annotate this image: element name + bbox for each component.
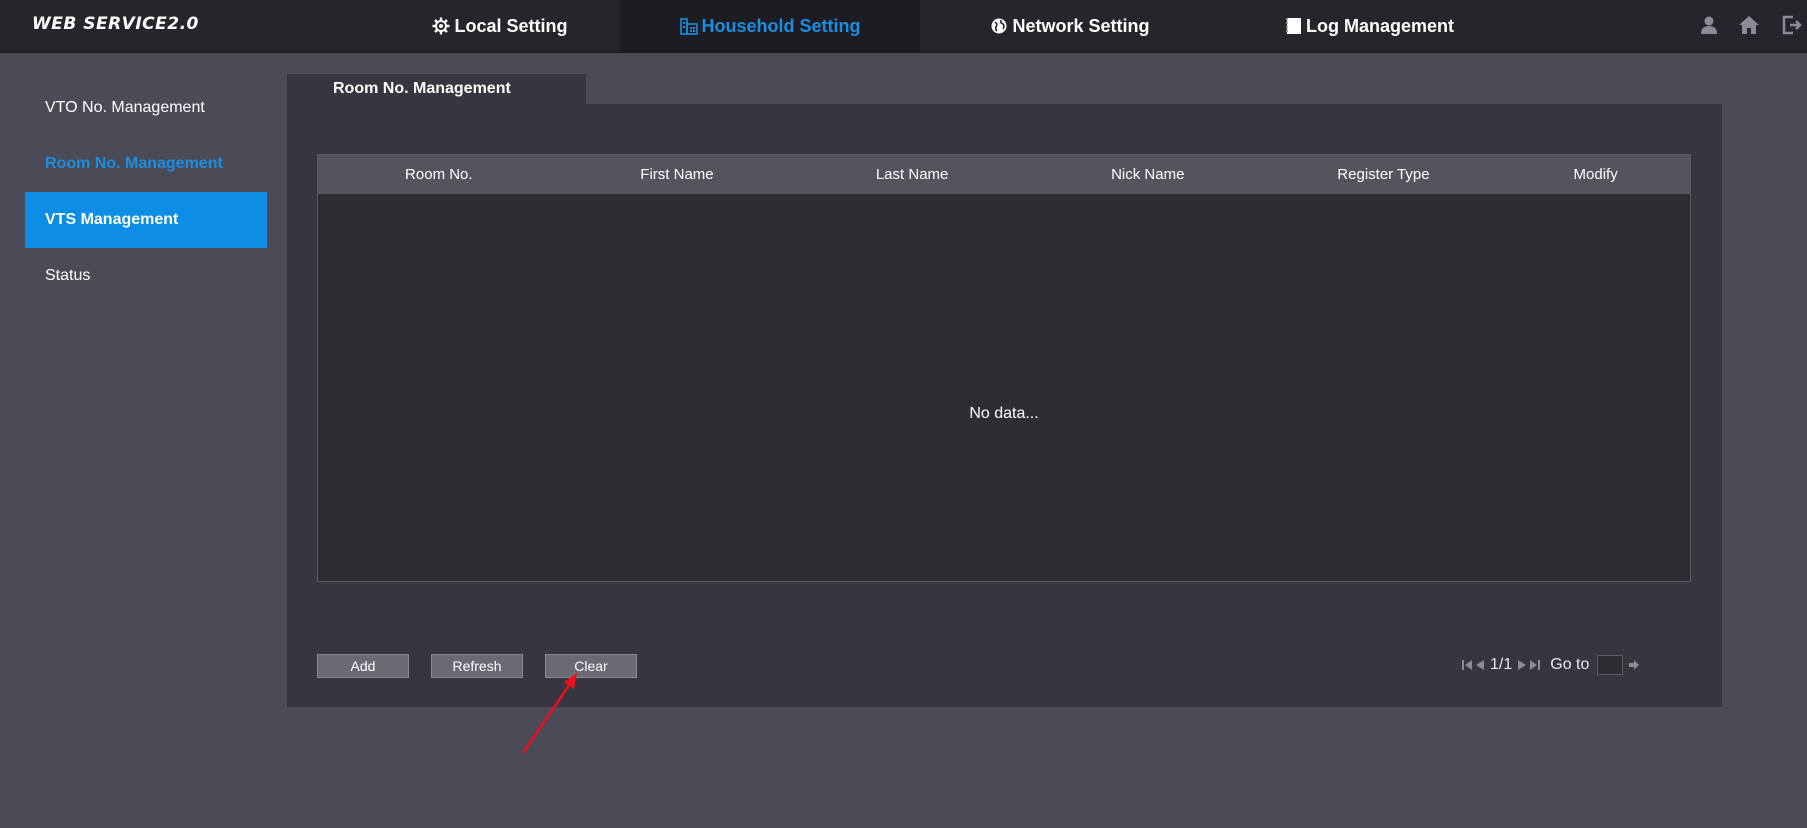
- table-header: Room No. First Name Last Name Nick Name …: [318, 155, 1690, 194]
- tab-log-management-label: Log Management: [1305, 15, 1454, 36]
- tab-network-setting[interactable]: Network Setting: [920, 0, 1220, 52]
- user-icon[interactable]: [1699, 15, 1719, 40]
- goto-arrow-icon[interactable]: [1629, 660, 1640, 670]
- column-header-last-name: Last Name: [875, 166, 949, 183]
- goto-label: Go to: [1550, 656, 1590, 673]
- annotation-arrow: [521, 673, 577, 754]
- home-icon[interactable]: [1738, 15, 1760, 40]
- goto-page-input[interactable]: [1597, 655, 1624, 675]
- no-data-message: No data...: [969, 405, 1039, 422]
- column-header-modify: Modify: [1573, 166, 1618, 183]
- pagination: 1/1 Go to: [1460, 652, 1641, 678]
- column-header-first-name: First Name: [640, 166, 714, 183]
- first-page-icon[interactable]: [1462, 660, 1472, 670]
- gear-icon: [432, 17, 450, 35]
- globe-icon: [990, 17, 1008, 35]
- panel-tab-room-no-management[interactable]: Room No. Management: [287, 74, 586, 104]
- column-header-nick-name: Nick Name: [1111, 166, 1185, 183]
- sidebar-item-vts-management[interactable]: VTS Management: [25, 192, 267, 248]
- main-panel: Room No. First Name Last Name Nick Name …: [287, 104, 1722, 707]
- top-bar: WEB SERVICE2.0 Local Setting Household S…: [0, 0, 1807, 52]
- logout-icon[interactable]: [1782, 15, 1804, 40]
- tab-log-management[interactable]: Log Management: [1220, 0, 1520, 52]
- room-table: Room No. First Name Last Name Nick Name …: [317, 154, 1691, 582]
- tab-household-setting[interactable]: Household Setting: [620, 0, 920, 52]
- tab-network-setting-label: Network Setting: [1012, 15, 1150, 36]
- sidebar-item-vto-no-management[interactable]: VTO No. Management: [25, 80, 267, 136]
- tab-household-setting-label: Household Setting: [701, 15, 861, 36]
- brand-logo: WEB SERVICE2.0: [32, 14, 199, 34]
- tab-local-setting[interactable]: Local Setting: [380, 0, 620, 52]
- sidebar-item-room-no-management[interactable]: Room No. Management: [25, 136, 267, 192]
- column-header-register-type: Register Type: [1337, 166, 1430, 183]
- prev-page-icon[interactable]: [1476, 660, 1484, 670]
- next-page-icon[interactable]: [1518, 660, 1527, 670]
- building-icon: [679, 17, 698, 35]
- page-indicator: 1/1: [1490, 656, 1513, 673]
- sidebar: VTO No. Management Room No. Management V…: [25, 80, 267, 304]
- last-page-icon[interactable]: [1530, 660, 1541, 670]
- tab-local-setting-label: Local Setting: [454, 15, 568, 36]
- column-header-room-no: Room No.: [405, 166, 473, 183]
- refresh-button[interactable]: Refresh: [431, 654, 523, 678]
- add-button[interactable]: Add: [317, 654, 409, 678]
- document-icon: [1285, 17, 1302, 35]
- sidebar-item-status[interactable]: Status: [25, 248, 267, 304]
